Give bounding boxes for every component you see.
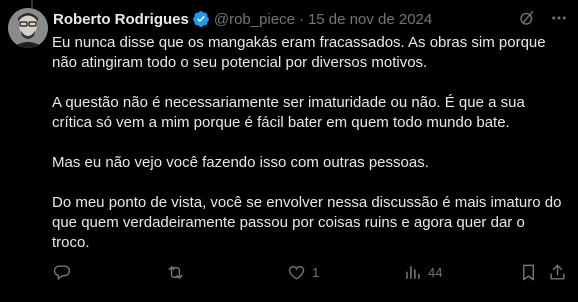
bookmark-button[interactable] (519, 263, 538, 282)
post-paragraph: Mas eu não vejo você fazendo isso com ou… (52, 154, 429, 171)
grok-icon[interactable] (518, 9, 536, 27)
more-icon[interactable] (550, 9, 568, 27)
bookmark-icon (519, 263, 538, 282)
share-button[interactable] (548, 263, 567, 282)
thread-connector-line (31, 0, 33, 8)
post-paragraph: Eu nunca disse que os mangakás eram frac… (52, 34, 546, 71)
reply-icon (52, 263, 71, 282)
action-bar: 1 44 (52, 262, 566, 282)
like-count: 1 (312, 264, 320, 280)
repost-button[interactable] (166, 263, 191, 282)
author-handle[interactable]: @rob_piece (214, 11, 295, 28)
views-button[interactable]: 44 (403, 263, 442, 282)
like-icon (287, 263, 306, 282)
verified-badge-icon (192, 10, 210, 28)
post-text: Eu nunca disse que os mangakás eram frac… (52, 33, 566, 273)
share-icon (548, 263, 567, 282)
post-header: Roberto Rodrigues @rob_piece · 15 de nov… (53, 9, 568, 29)
header-separator: · (298, 10, 304, 28)
avatar[interactable] (8, 8, 48, 48)
repost-icon (166, 263, 185, 282)
post-paragraph: Do meu ponto de vista, você se envolver … (52, 194, 562, 251)
post-date[interactable]: 15 de nov de 2024 (308, 11, 432, 28)
post-paragraph: A questão não é necessariamente ser imat… (52, 94, 525, 131)
views-icon (403, 263, 422, 282)
like-button[interactable]: 1 (287, 263, 319, 282)
views-count: 44 (428, 264, 443, 280)
author-name[interactable]: Roberto Rodrigues (53, 11, 189, 28)
reply-button[interactable] (52, 263, 77, 282)
